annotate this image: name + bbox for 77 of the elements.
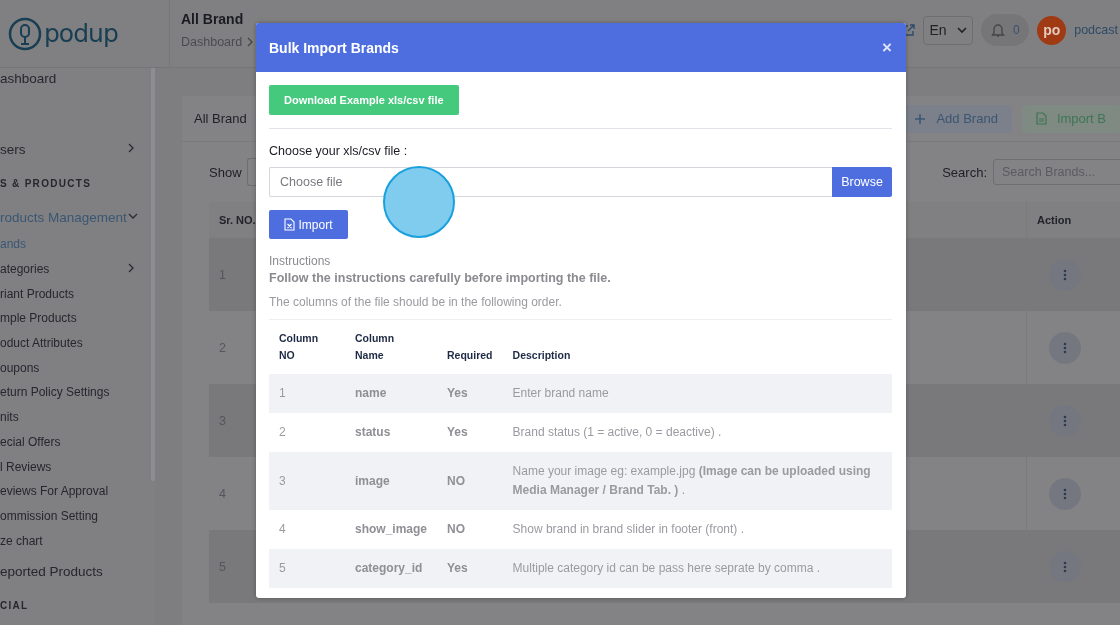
table-cell: Show brand in brand slider in footer (front) . bbox=[502, 510, 892, 549]
more-vertical-icon bbox=[1063, 341, 1067, 354]
more-vertical-icon bbox=[1063, 268, 1067, 281]
more-vertical-icon bbox=[1063, 560, 1067, 573]
table-cell: 3 bbox=[269, 452, 345, 510]
modal-title: Bulk Import Brands bbox=[269, 39, 399, 56]
document-icon bbox=[1035, 112, 1047, 125]
more-button[interactable] bbox=[1049, 550, 1081, 583]
import-button[interactable]: Import bbox=[269, 210, 348, 239]
sidebar-item[interactable]: ommission Setting bbox=[0, 503, 155, 529]
table-cell: Brand status (1 = active, 0 = deactive) . bbox=[502, 413, 892, 452]
field-label: Choose your xls/csv file : bbox=[269, 144, 409, 158]
sidebar-item[interactable]: l Reviews bbox=[0, 454, 155, 479]
table-cell: 1 bbox=[269, 374, 345, 413]
caret-icon bbox=[957, 26, 967, 34]
card-title: All Brand bbox=[194, 111, 247, 126]
more-button[interactable] bbox=[1049, 331, 1081, 364]
column-header: Column Name bbox=[345, 319, 438, 374]
table-cell: 4 bbox=[269, 510, 345, 549]
table-cell: Enter brand name bbox=[502, 374, 892, 413]
plus-icon bbox=[914, 112, 927, 125]
sidebar-item[interactable]: nits bbox=[0, 404, 155, 430]
table-cell: Yes bbox=[437, 413, 503, 452]
sidebar-item[interactable]: mple Products bbox=[0, 306, 155, 331]
more-button[interactable] bbox=[1049, 258, 1081, 291]
table-cell: Multiple category id can be pass here seprate by comma . bbox=[502, 549, 892, 588]
instructions-note: Follow the instructions carefully before importing the file. bbox=[269, 271, 612, 285]
sidebar-item[interactable]: ecial Offers bbox=[0, 429, 155, 455]
table-cell: Name your image eg: example.jpg (Image can be uploaded using Media Manager / Brand Tab. ) . bbox=[502, 452, 892, 510]
table-cell: name bbox=[345, 374, 438, 413]
order-note: The columns of the file should be in the following order. bbox=[269, 295, 563, 309]
close-button[interactable]: × bbox=[882, 39, 892, 56]
sidebar-item[interactable]: ashboard bbox=[0, 68, 155, 93]
table-cell: NO bbox=[437, 452, 503, 510]
file-field[interactable]: Choose file bbox=[269, 167, 832, 197]
logo-icon bbox=[8, 16, 42, 51]
sidebar-item[interactable]: ze chart bbox=[0, 528, 155, 553]
table-cell: Yes bbox=[437, 374, 503, 413]
sidebar-item[interactable]: eviews For Approval bbox=[0, 478, 155, 504]
column-header: Required bbox=[437, 319, 503, 374]
column-header: Column NO bbox=[269, 319, 345, 374]
more-vertical-icon bbox=[1063, 414, 1067, 427]
sidebar-item[interactable]: oupons bbox=[0, 355, 155, 381]
section-heading: S & PRODUCTS bbox=[0, 176, 93, 191]
column-header: Sr. NO. bbox=[218, 214, 257, 226]
language-select[interactable]: En bbox=[923, 15, 974, 45]
sidebar-item[interactable]: oduct Attributes bbox=[0, 330, 155, 356]
browse-button[interactable]: Browse bbox=[832, 167, 892, 197]
show-label: Show bbox=[209, 164, 242, 180]
sidebar-item[interactable]: eported Products bbox=[0, 556, 155, 587]
table-cell: Yes bbox=[437, 549, 503, 588]
chevron-icon bbox=[246, 37, 255, 47]
table-cell: 2 bbox=[269, 413, 345, 452]
sidebar-item[interactable]: eturn Policy Settings bbox=[0, 380, 155, 405]
logo-text: podup bbox=[44, 19, 118, 48]
sidebar-item[interactable]: ategories bbox=[0, 256, 155, 282]
table-cell: NO bbox=[437, 510, 503, 549]
more-vertical-icon bbox=[1063, 487, 1067, 500]
more-button[interactable] bbox=[1049, 404, 1081, 437]
instructions-heading: Instructions bbox=[269, 254, 332, 268]
bell-icon bbox=[990, 22, 1005, 38]
page-title: All Brand bbox=[181, 11, 245, 27]
section-heading: CIAL bbox=[0, 599, 30, 614]
sidebar-item[interactable]: riant Products bbox=[0, 281, 155, 307]
more-button[interactable] bbox=[1049, 477, 1081, 510]
sidebar-item[interactable]: sers bbox=[0, 134, 155, 164]
table-cell: 5 bbox=[269, 549, 345, 588]
user-name[interactable]: podcast bbox=[1074, 23, 1118, 37]
table-cell: category_id bbox=[345, 549, 438, 588]
table-cell: status bbox=[345, 413, 438, 452]
user-avatar[interactable]: po bbox=[1037, 15, 1067, 45]
spreadsheet-file-icon bbox=[284, 218, 296, 231]
table-cell: image bbox=[345, 452, 438, 510]
column-header: Description bbox=[502, 319, 892, 374]
search-label: Search: bbox=[942, 164, 987, 180]
download-button[interactable]: Download Example xls/csv file bbox=[269, 85, 459, 115]
table-cell: show_image bbox=[345, 510, 438, 549]
